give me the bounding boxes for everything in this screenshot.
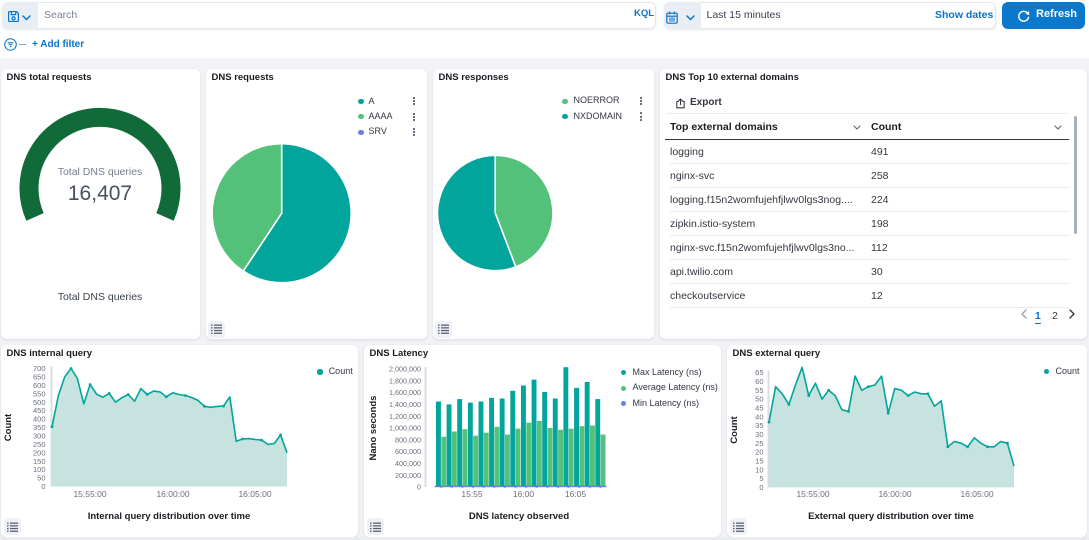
svg-text:1,000,000: 1,000,000 (389, 424, 421, 433)
svg-text:16:00: 16:00 (513, 489, 535, 499)
svg-text:16:00:00: 16:00:00 (156, 489, 189, 499)
svg-text:50: 50 (37, 474, 45, 483)
svg-text:DNS latency observed: DNS latency observed (469, 511, 570, 522)
svg-text:1,600,000: 1,600,000 (389, 388, 421, 397)
svg-text:15:55:00: 15:55:00 (73, 489, 106, 499)
svg-text:Count: Count (729, 415, 740, 443)
svg-text:100: 100 (33, 465, 46, 474)
svg-text:600: 600 (33, 381, 46, 390)
svg-text:15: 15 (755, 457, 763, 466)
svg-text:2,000,000: 2,000,000 (389, 365, 421, 374)
svg-text:16:00:00: 16:00:00 (878, 489, 911, 499)
svg-text:16:05:00: 16:05:00 (238, 489, 271, 499)
svg-text:0: 0 (759, 483, 763, 492)
svg-text:300: 300 (33, 432, 46, 441)
svg-text:25: 25 (755, 439, 763, 448)
svg-text:60: 60 (755, 377, 763, 386)
svg-text:Total DNS queries: Total DNS queries (58, 166, 143, 178)
svg-text:Total DNS queries: Total DNS queries (58, 291, 143, 303)
svg-text:1,400,000: 1,400,000 (389, 400, 421, 409)
svg-text:16,407: 16,407 (68, 182, 132, 205)
svg-text:External query distribution ov: External query distribution over time (808, 511, 974, 522)
svg-text:150: 150 (33, 457, 46, 466)
svg-text:Count: Count (3, 413, 14, 441)
svg-text:35: 35 (755, 421, 763, 430)
svg-text:50: 50 (755, 395, 763, 404)
svg-text:16:05: 16:05 (565, 489, 587, 499)
svg-text:10: 10 (755, 465, 763, 474)
svg-text:550: 550 (33, 389, 46, 398)
svg-text:400: 400 (33, 415, 46, 424)
svg-text:40: 40 (755, 412, 763, 421)
svg-text:0: 0 (417, 483, 421, 492)
svg-text:600,000: 600,000 (395, 447, 421, 456)
svg-text:20: 20 (755, 448, 763, 457)
svg-text:0: 0 (41, 482, 45, 491)
svg-text:250: 250 (33, 440, 46, 449)
svg-text:65: 65 (755, 368, 763, 377)
svg-text:700: 700 (33, 364, 46, 373)
svg-text:Nano seconds: Nano seconds (368, 396, 379, 461)
svg-text:45: 45 (755, 404, 763, 413)
svg-text:15:55:00: 15:55:00 (796, 489, 829, 499)
svg-text:1,800,000: 1,800,000 (389, 376, 421, 385)
svg-text:800,000: 800,000 (395, 435, 421, 444)
svg-text:350: 350 (33, 423, 46, 432)
svg-text:16:05:00: 16:05:00 (960, 489, 993, 499)
svg-text:55: 55 (755, 386, 763, 395)
svg-text:5: 5 (759, 474, 763, 483)
svg-text:450: 450 (33, 406, 46, 415)
svg-text:200: 200 (33, 448, 46, 457)
svg-text:1,200,000: 1,200,000 (389, 412, 421, 421)
svg-text:30: 30 (755, 430, 763, 439)
svg-text:650: 650 (33, 373, 46, 382)
svg-text:15:55: 15:55 (461, 489, 483, 499)
svg-text:Internal query distribution ov: Internal query distribution over time (88, 511, 251, 522)
svg-text:500: 500 (33, 398, 46, 407)
svg-text:400,000: 400,000 (395, 459, 421, 468)
svg-text:200,000: 200,000 (395, 471, 421, 480)
